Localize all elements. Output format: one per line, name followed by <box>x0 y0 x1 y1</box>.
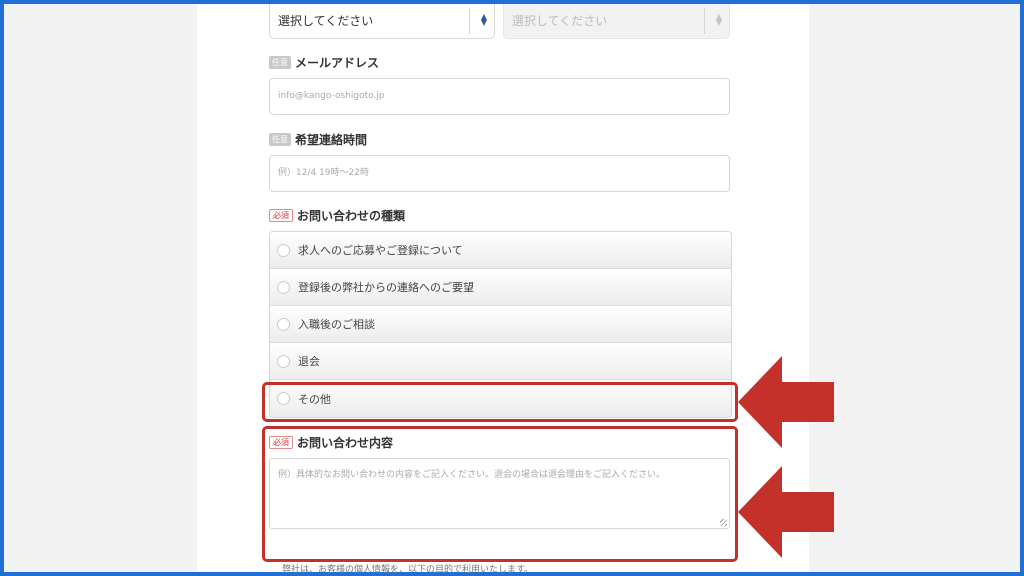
city-select[interactable]: 選択してください ▲ ▼ <box>503 4 730 39</box>
contact-time-placeholder: 例）12/4 19時〜22時 <box>278 168 369 178</box>
email-label: 任意 メールアドレス <box>269 54 379 71</box>
contact-time-label-text: 希望連絡時間 <box>295 133 368 147</box>
radio-option-application[interactable]: 求人へのご応募やご登録について <box>270 232 731 269</box>
required-badge: 必須 <box>269 209 293 222</box>
radio-option-contact-request[interactable]: 登録後の弊社からの連絡へのご要望 <box>270 269 731 306</box>
select-divider <box>704 8 705 34</box>
email-field[interactable]: info@kango-oshigoto.jp <box>269 78 730 115</box>
prefecture-select-value: 選択してください <box>278 14 374 28</box>
highlight-box-inquiry-content <box>262 426 738 562</box>
radio-option-label: 退会 <box>298 355 320 368</box>
email-label-text: メールアドレス <box>295 56 380 70</box>
privacy-notice: 弊社は、お客様の個人情報を、以下の目的で利用いたします。 <box>282 565 534 575</box>
radio-option-withdraw[interactable]: 退会 <box>270 343 731 380</box>
highlight-box-other-option <box>262 382 738 422</box>
radio-circle-icon <box>277 243 290 257</box>
email-placeholder: info@kango-oshigoto.jp <box>278 91 385 101</box>
prefecture-select[interactable]: 選択してください ▲ ▼ <box>269 4 495 39</box>
contact-time-label: 任意 希望連絡時間 <box>269 131 367 148</box>
select-divider <box>469 8 470 34</box>
select-arrows-icon: ▲ ▼ <box>480 12 487 27</box>
left-arrow-icon <box>738 466 834 558</box>
select-arrows-icon: ▲ ▼ <box>715 12 722 27</box>
inquiry-type-label-text: お問い合わせの種類 <box>297 209 406 223</box>
radio-option-after-hire[interactable]: 入職後のご相談 <box>270 306 731 343</box>
radio-circle-icon <box>277 317 290 331</box>
inquiry-type-label: 必須 お問い合わせの種類 <box>269 207 405 224</box>
city-select-value: 選択してください <box>512 14 608 28</box>
radio-option-label: 登録後の弊社からの連絡へのご要望 <box>298 281 474 294</box>
radio-option-label: 入職後のご相談 <box>298 318 375 331</box>
optional-badge: 任意 <box>269 56 291 69</box>
left-arrow-icon <box>738 356 834 448</box>
radio-circle-icon <box>277 280 290 294</box>
contact-time-field[interactable]: 例）12/4 19時〜22時 <box>269 155 730 192</box>
optional-badge: 任意 <box>269 133 291 146</box>
radio-circle-icon <box>277 354 290 368</box>
radio-option-label: 求人へのご応募やご登録について <box>298 244 463 257</box>
